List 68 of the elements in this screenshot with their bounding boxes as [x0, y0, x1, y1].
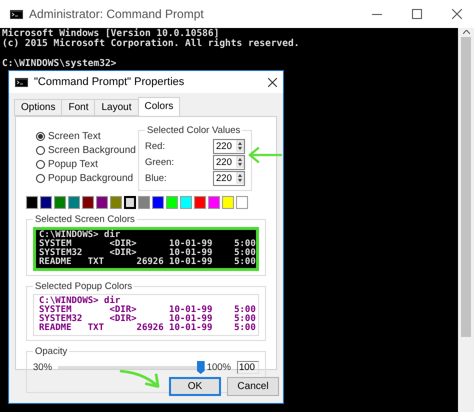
slider-max-label: 100% [206, 362, 231, 373]
opacity-value-field[interactable]: 100 [237, 361, 259, 374]
radio-label[interactable]: Popup Text [48, 159, 98, 170]
color-swatch[interactable] [82, 196, 94, 209]
group-title: Selected Color Values [146, 125, 242, 136]
preview-line: C:\WINDOWS> dir [39, 231, 120, 240]
dialog-title: "Command Prompt" Properties [34, 76, 186, 88]
color-swatch[interactable] [166, 196, 178, 209]
radio-button[interactable] [36, 160, 45, 169]
spin-field[interactable]: 220 [213, 170, 245, 186]
preview-line: SYSTEM <DIR> 10-01-99 5:00 [39, 306, 253, 315]
color-swatch[interactable] [152, 196, 164, 209]
color-swatch[interactable] [68, 196, 80, 209]
tab[interactable]: Layout [94, 99, 139, 116]
tab[interactable]: Options [14, 99, 62, 116]
tab[interactable]: Colors [138, 97, 180, 116]
console-prompt: C:\WINDOWS\system32> [2, 59, 118, 69]
color-swatch[interactable] [208, 196, 220, 209]
color-swatch[interactable] [180, 196, 192, 209]
scroll-thumb[interactable] [461, 37, 471, 337]
color-swatch[interactable] [110, 196, 122, 209]
slider-min-label: 30% [33, 362, 52, 373]
field-label: Green: [145, 156, 174, 168]
window-title: Administrator: Command Prompt [29, 7, 205, 21]
maximize-icon [412, 9, 422, 19]
slider-thumb[interactable] [196, 361, 205, 374]
radio-button[interactable] [36, 132, 45, 141]
radio-button[interactable] [36, 146, 45, 155]
preview-line: SYSTEM <DIR> 10-01-99 5:00 [39, 240, 253, 249]
preview-line: SYSTEM32 <DIR> 10-01-99 5:00 [39, 249, 253, 258]
color-swatch[interactable] [138, 196, 150, 209]
color-swatch[interactable] [54, 196, 66, 209]
preview-line: C:\WINDOWS> dir [39, 297, 120, 306]
preview-line: README TXT 26926 10-01-99 5:00 [39, 258, 253, 267]
spin-field[interactable]: 220 [213, 154, 245, 170]
radio-button[interactable] [36, 174, 45, 183]
spin-arrows-icon[interactable] [236, 140, 244, 152]
radio-label[interactable]: Screen Background [48, 145, 136, 156]
tab[interactable]: Font [61, 99, 96, 116]
spin-field[interactable]: 220 [213, 138, 245, 154]
color-swatch[interactable] [96, 196, 108, 209]
spin-arrows-icon[interactable] [236, 172, 244, 184]
scroll-up-icon[interactable] [462, 30, 470, 34]
console-icon [10, 10, 23, 18]
dialog-button[interactable]: Cancel [227, 377, 279, 396]
close-icon [452, 9, 462, 19]
color-swatch[interactable] [40, 196, 52, 209]
group-title: Selected Screen Colors [34, 214, 136, 225]
color-swatch[interactable] [26, 196, 38, 209]
color-swatch[interactable] [124, 196, 136, 209]
spin-arrows-icon[interactable] [236, 156, 244, 168]
group-title: Selected Popup Colors [34, 281, 134, 292]
color-swatch[interactable] [236, 196, 248, 209]
color-swatch[interactable] [222, 196, 234, 209]
scrollbar[interactable] [458, 28, 474, 412]
radio-label[interactable]: Screen Text [48, 131, 101, 142]
group-title: Opacity [34, 346, 68, 357]
console-icon [15, 78, 28, 86]
preview-line: SYSTEM32 <DIR> 10-01-99 5:00 [39, 315, 253, 324]
dialog-button[interactable]: OK [169, 377, 221, 396]
color-swatch[interactable] [194, 196, 206, 209]
preview-line: README TXT 26926 10-01-99 5:00 [39, 324, 253, 333]
radio-label[interactable]: Popup Background [48, 173, 134, 184]
close-icon[interactable] [268, 78, 277, 86]
field-label: Red: [145, 140, 166, 152]
field-label: Blue: [145, 172, 167, 184]
console-line: Microsoft Windows [Version 10.0.10586] [2, 29, 220, 39]
console-line: (c) 2015 Microsoft Corporation. All rights reserved. [2, 39, 300, 49]
